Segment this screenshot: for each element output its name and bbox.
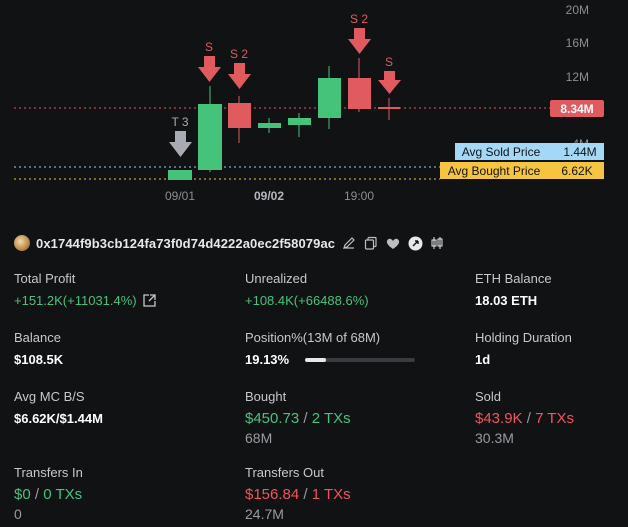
sold-label: Sold xyxy=(475,389,502,404)
transfers-out-txs: 1 TXs xyxy=(311,486,351,503)
transfers-in-amount: $0 xyxy=(14,486,31,503)
position-row: 19.13% xyxy=(245,352,416,367)
sell-marker[interactable]: S 2 xyxy=(228,47,251,89)
total-profit-label: Total Profit xyxy=(14,271,76,286)
transfers-in-label: Transfers In xyxy=(14,465,83,480)
holding-duration-label: Holding Duration xyxy=(475,330,572,345)
candle xyxy=(348,78,371,109)
position-label: Position%(13M of 68M) xyxy=(245,330,381,345)
sell-marker-label: S xyxy=(205,40,213,54)
eth-balance-label: ETH Balance xyxy=(475,271,552,286)
candle xyxy=(228,103,251,128)
sold-row: $43.9K / 7 TXs xyxy=(475,410,574,427)
bought-stat: Bought $450.73 / 2 TXs 68M xyxy=(245,389,351,446)
down-arrow-icon xyxy=(378,71,401,94)
down-arrow-icon xyxy=(228,63,251,89)
sell-marker[interactable]: S xyxy=(198,40,221,82)
position-stat: Position%(13M of 68M) 19.13% xyxy=(245,330,416,367)
sell-marker-label: S 2 xyxy=(350,12,368,26)
sold-stat: Sold $43.9K / 7 TXs 30.3M xyxy=(475,389,574,446)
sell-marker[interactable]: S 2 xyxy=(348,12,371,54)
explorer-icon[interactable] xyxy=(407,235,423,251)
down-arrow-icon xyxy=(348,28,371,54)
balance-value: $108.5K xyxy=(14,352,64,367)
sold-tokens: 30.3M xyxy=(475,430,514,446)
transfers-out-tokens: 24.7M xyxy=(245,506,284,522)
transfer-marker[interactable]: T 3 xyxy=(169,115,192,157)
position-progress-bar xyxy=(305,357,416,362)
candles xyxy=(168,58,400,180)
unrealized-label: Unrealized xyxy=(245,271,308,286)
candle xyxy=(378,107,400,109)
position-value: 19.13% xyxy=(245,352,290,367)
transfers-out-row: $156.84 / 1 TXs xyxy=(245,486,351,503)
balance-stat: Balance $108.5K xyxy=(14,330,63,367)
bought-tokens: 68M xyxy=(245,430,273,446)
avg-bought-value: 6.62K xyxy=(561,164,592,178)
balance-label: Balance xyxy=(14,330,61,345)
total-profit-row: +151.2K(+11031.4%) xyxy=(14,293,156,308)
current-price-tag: 8.34M xyxy=(560,102,593,116)
candle xyxy=(168,170,192,180)
transfers-in-tokens: 0 xyxy=(14,506,22,522)
position-progress-fill xyxy=(305,357,327,362)
transfers-out-amount: $156.84 xyxy=(245,486,300,503)
eth-balance-value: 18.03 ETH xyxy=(475,293,538,308)
unrealized-stat: Unrealized +108.4K(+66488.6%) xyxy=(245,271,369,308)
y-tick-label: 16M xyxy=(566,36,589,50)
transfers-in-stat: Transfers In $0 / 0 TXs 0 xyxy=(14,465,83,522)
total-profit-value: +151.2K(+11031.4%) xyxy=(14,293,137,308)
avg-mc-value: $6.62K/$1.44M xyxy=(14,411,103,426)
avg-mc-stat: Avg MC B/S $6.62K/$1.44M xyxy=(14,389,103,426)
edit-icon[interactable] xyxy=(341,235,357,251)
transfers-in-txs: 0 TXs xyxy=(43,486,83,503)
avatar xyxy=(14,235,30,251)
holding-duration-value: 1d xyxy=(475,352,491,367)
avg-bought-label: Avg Bought Price xyxy=(448,164,541,178)
copy-icon[interactable] xyxy=(363,235,379,251)
candle xyxy=(258,123,281,128)
sold-amount: $43.9K xyxy=(475,410,523,427)
sold-txs: 7 TXs xyxy=(535,410,574,427)
unrealized-value: +108.4K(+66488.6%) xyxy=(245,293,369,308)
transfers-in-separator: / xyxy=(30,486,44,503)
share-icon[interactable] xyxy=(142,294,156,307)
price-chart[interactable]: 20M 16M 12M 4M 8.34M Avg Sold Price 1.44… xyxy=(0,0,628,215)
bought-txs: 2 TXs xyxy=(311,410,351,427)
candlestick-icon[interactable] xyxy=(429,235,445,251)
sell-marker[interactable]: S xyxy=(378,55,401,94)
sell-marker-label: S xyxy=(385,55,393,69)
transfers-out-label: Transfers Out xyxy=(245,465,324,480)
transfer-marker-label: T 3 xyxy=(171,115,188,129)
transfers-out-stat: Transfers Out $156.84 / 1 TXs 24.7M xyxy=(245,465,351,522)
candle xyxy=(318,78,341,118)
sold-separator: / xyxy=(522,410,536,427)
holding-duration-stat: Holding Duration 1d xyxy=(475,330,572,367)
bought-separator: / xyxy=(299,410,312,427)
eth-balance-stat: ETH Balance 18.03 ETH xyxy=(475,271,552,308)
heart-icon[interactable] xyxy=(385,235,401,251)
y-tick-label: 20M xyxy=(566,3,589,17)
avg-sold-value: 1.44M xyxy=(563,145,596,159)
bought-row: $450.73 / 2 TXs xyxy=(245,410,351,427)
total-profit-stat: Total Profit +151.2K(+11031.4%) xyxy=(14,271,156,308)
candle xyxy=(288,118,311,125)
x-tick-label: 09/01 xyxy=(165,189,195,203)
bought-label: Bought xyxy=(245,389,287,404)
bought-amount: $450.73 xyxy=(245,410,300,427)
wallet-address[interactable]: 0x1744f9b3cb124fa73f0d74d4222a0ec2f58079… xyxy=(36,236,335,251)
wallet-header: 0x1744f9b3cb124fa73f0d74d4222a0ec2f58079… xyxy=(14,233,445,253)
down-arrow-icon xyxy=(169,131,192,157)
candle xyxy=(198,104,222,170)
transfers-in-row: $0 / 0 TXs xyxy=(14,486,83,503)
x-tick-label: 09/02 xyxy=(254,189,284,203)
avg-sold-label: Avg Sold Price xyxy=(462,145,541,159)
x-tick-label: 19:00 xyxy=(344,189,374,203)
down-arrow-icon xyxy=(198,56,221,82)
sell-marker-label: S 2 xyxy=(230,47,248,61)
avg-mc-label: Avg MC B/S xyxy=(14,389,85,404)
y-tick-label: 12M xyxy=(566,70,589,84)
transfers-out-separator: / xyxy=(299,486,312,503)
